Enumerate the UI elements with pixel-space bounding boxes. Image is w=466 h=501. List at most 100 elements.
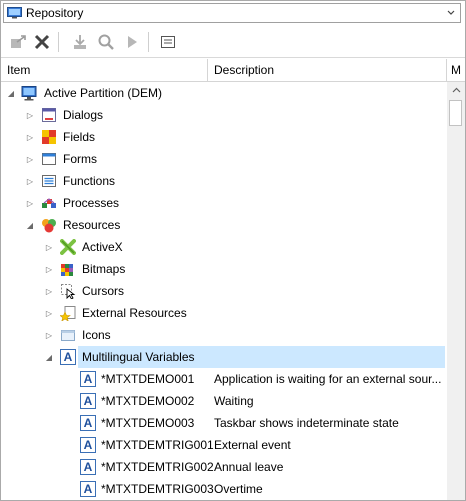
tree-item-variable[interactable]: A *MTXTDEMO003 Taskbar shows indetermina… (1, 412, 447, 434)
repository-panel: Repository Item Description M ◢ Active P… (0, 0, 466, 501)
tree-item-variable[interactable]: A *MTXTDEMO002 Waiting (1, 390, 447, 412)
variable-description: Taskbar shows indeterminate state (214, 416, 399, 430)
tree-item-activex[interactable]: ▷ ActiveX (1, 236, 447, 258)
search-icon (98, 34, 114, 50)
tree-item-cursors[interactable]: ▷ Cursors (1, 280, 447, 302)
collapse-arrow-icon[interactable]: ◢ (6, 82, 16, 104)
variable-description: Annual leave (214, 460, 284, 474)
multilingual-variable-icon: A (80, 481, 96, 497)
tree-item-label: Forms (63, 152, 97, 166)
variable-name: *MTXTDEMO002 (101, 394, 195, 408)
toolbar (1, 27, 465, 58)
processes-icon (42, 198, 56, 208)
toolbar-separator (148, 32, 149, 52)
tree-item-label: Multilingual Variables (82, 350, 195, 364)
collapse-arrow-icon[interactable]: ◢ (44, 346, 54, 368)
dialog-icon (42, 108, 56, 122)
expand-arrow-icon[interactable]: ▷ (44, 302, 54, 324)
tree-item-multilingual-variables[interactable]: ◢ A Multilingual Variables (1, 346, 447, 368)
variable-name: *MTXTDEMO001 (101, 372, 195, 386)
toolbar-separator (58, 32, 59, 52)
tree-item-label: Bitmaps (82, 262, 126, 276)
import-button[interactable] (69, 31, 91, 53)
tree-item-variable[interactable]: A *MTXTDEMO001 Application is waiting fo… (1, 368, 447, 390)
variable-name: *MTXTDEMO003 (101, 416, 195, 430)
repository-select-value: Repository (26, 6, 84, 20)
repository-tree: ◢ Active Partition (DEM) ▷ Dialogs ▷ Fie… (1, 82, 447, 500)
tree-item-label: Resources (63, 218, 121, 232)
multilingual-variable-icon: A (80, 415, 96, 431)
tree-item-label: Functions (63, 174, 116, 188)
tree-item-label: Processes (63, 196, 120, 210)
import-icon (74, 35, 86, 49)
tree-item-bitmaps[interactable]: ▷ Bitmaps (1, 258, 447, 280)
tree-item-fields[interactable]: ▷ Fields (1, 126, 447, 148)
variable-description: Overtime (214, 482, 263, 496)
expand-arrow-icon[interactable]: ▷ (25, 126, 35, 148)
tree-item-active-partition[interactable]: ◢ Active Partition (DEM) (1, 82, 447, 104)
variable-description: External event (214, 438, 291, 452)
multilingual-variable-icon: A (80, 437, 96, 453)
tree-item-processes[interactable]: ▷ Processes (1, 192, 447, 214)
play-icon (128, 36, 137, 48)
run-button[interactable] (121, 31, 143, 53)
scroll-thumb[interactable] (449, 100, 462, 126)
icons-folder-icon (61, 330, 75, 341)
tree-item-variable[interactable]: A *MTXTDEMTRIG003 Overtime (1, 478, 447, 500)
fields-icon (42, 130, 56, 144)
repository-icon (7, 7, 22, 19)
variable-name: *MTXTDEMTRIG001 (101, 438, 214, 452)
chevron-down-icon (447, 10, 455, 15)
multilingual-variable-icon: A (80, 459, 96, 475)
cursor-icon (61, 284, 76, 299)
tree-item-variable[interactable]: A *MTXTDEMTRIG001 External event (1, 434, 447, 456)
tree-item-label: Dialogs (63, 108, 104, 122)
functions-icon (42, 175, 56, 187)
expand-arrow-icon[interactable]: ▷ (44, 258, 54, 280)
export-icon (11, 35, 26, 48)
column-header: Item Description M (1, 59, 465, 82)
variable-description: Waiting (214, 394, 254, 408)
tree-item-label: ActiveX (82, 240, 123, 254)
expand-arrow-icon[interactable]: ▷ (25, 104, 35, 126)
tree-item-label: Fields (63, 130, 96, 144)
expand-arrow-icon[interactable]: ▷ (25, 170, 35, 192)
column-more[interactable]: M (447, 59, 465, 81)
find-button[interactable] (95, 31, 117, 53)
vertical-scrollbar[interactable] (447, 82, 465, 500)
tree-item-resources[interactable]: ◢ Resources (1, 214, 447, 236)
collapse-arrow-icon[interactable]: ◢ (25, 214, 35, 236)
tree-item-label: Cursors (82, 284, 125, 298)
form-icon (42, 153, 56, 165)
expand-arrow-icon[interactable]: ▷ (44, 324, 54, 346)
repository-select[interactable]: Repository (3, 3, 461, 23)
details-button[interactable] (157, 31, 179, 53)
column-description[interactable]: Description (208, 59, 447, 81)
tree-item-forms[interactable]: ▷ Forms (1, 148, 447, 170)
tree-item-icons[interactable]: ▷ Icons (1, 324, 447, 346)
tree-item-functions[interactable]: ▷ Functions (1, 170, 447, 192)
bitmap-icon (61, 264, 73, 276)
expand-arrow-icon[interactable]: ▷ (44, 236, 54, 258)
tree-item-external-resources[interactable]: ▷ External Resources (1, 302, 447, 324)
delete-x-icon (34, 34, 50, 50)
tree-item-variable[interactable]: A *MTXTDEMTRIG002 Annual leave (1, 456, 447, 478)
tree-item-label: External Resources (82, 306, 187, 320)
multilingual-variable-icon: A (80, 371, 96, 387)
export-button[interactable] (7, 31, 29, 53)
scroll-up-button[interactable] (447, 82, 465, 98)
delete-button[interactable] (31, 31, 53, 53)
multilingual-variable-icon: A (80, 393, 96, 409)
monitor-icon (21, 86, 37, 101)
variable-name: *MTXTDEMTRIG003 (101, 482, 214, 496)
resources-icon (42, 219, 56, 233)
external-resources-icon (60, 306, 76, 321)
tree-item-dialogs[interactable]: ▷ Dialogs (1, 104, 447, 126)
expand-arrow-icon[interactable]: ▷ (25, 148, 35, 170)
tree-item-label: Icons (82, 328, 111, 342)
expand-arrow-icon[interactable]: ▷ (44, 280, 54, 302)
details-icon (161, 36, 175, 48)
variable-name: *MTXTDEMTRIG002 (101, 460, 214, 474)
expand-arrow-icon[interactable]: ▷ (25, 192, 35, 214)
column-item[interactable]: Item (1, 59, 208, 81)
